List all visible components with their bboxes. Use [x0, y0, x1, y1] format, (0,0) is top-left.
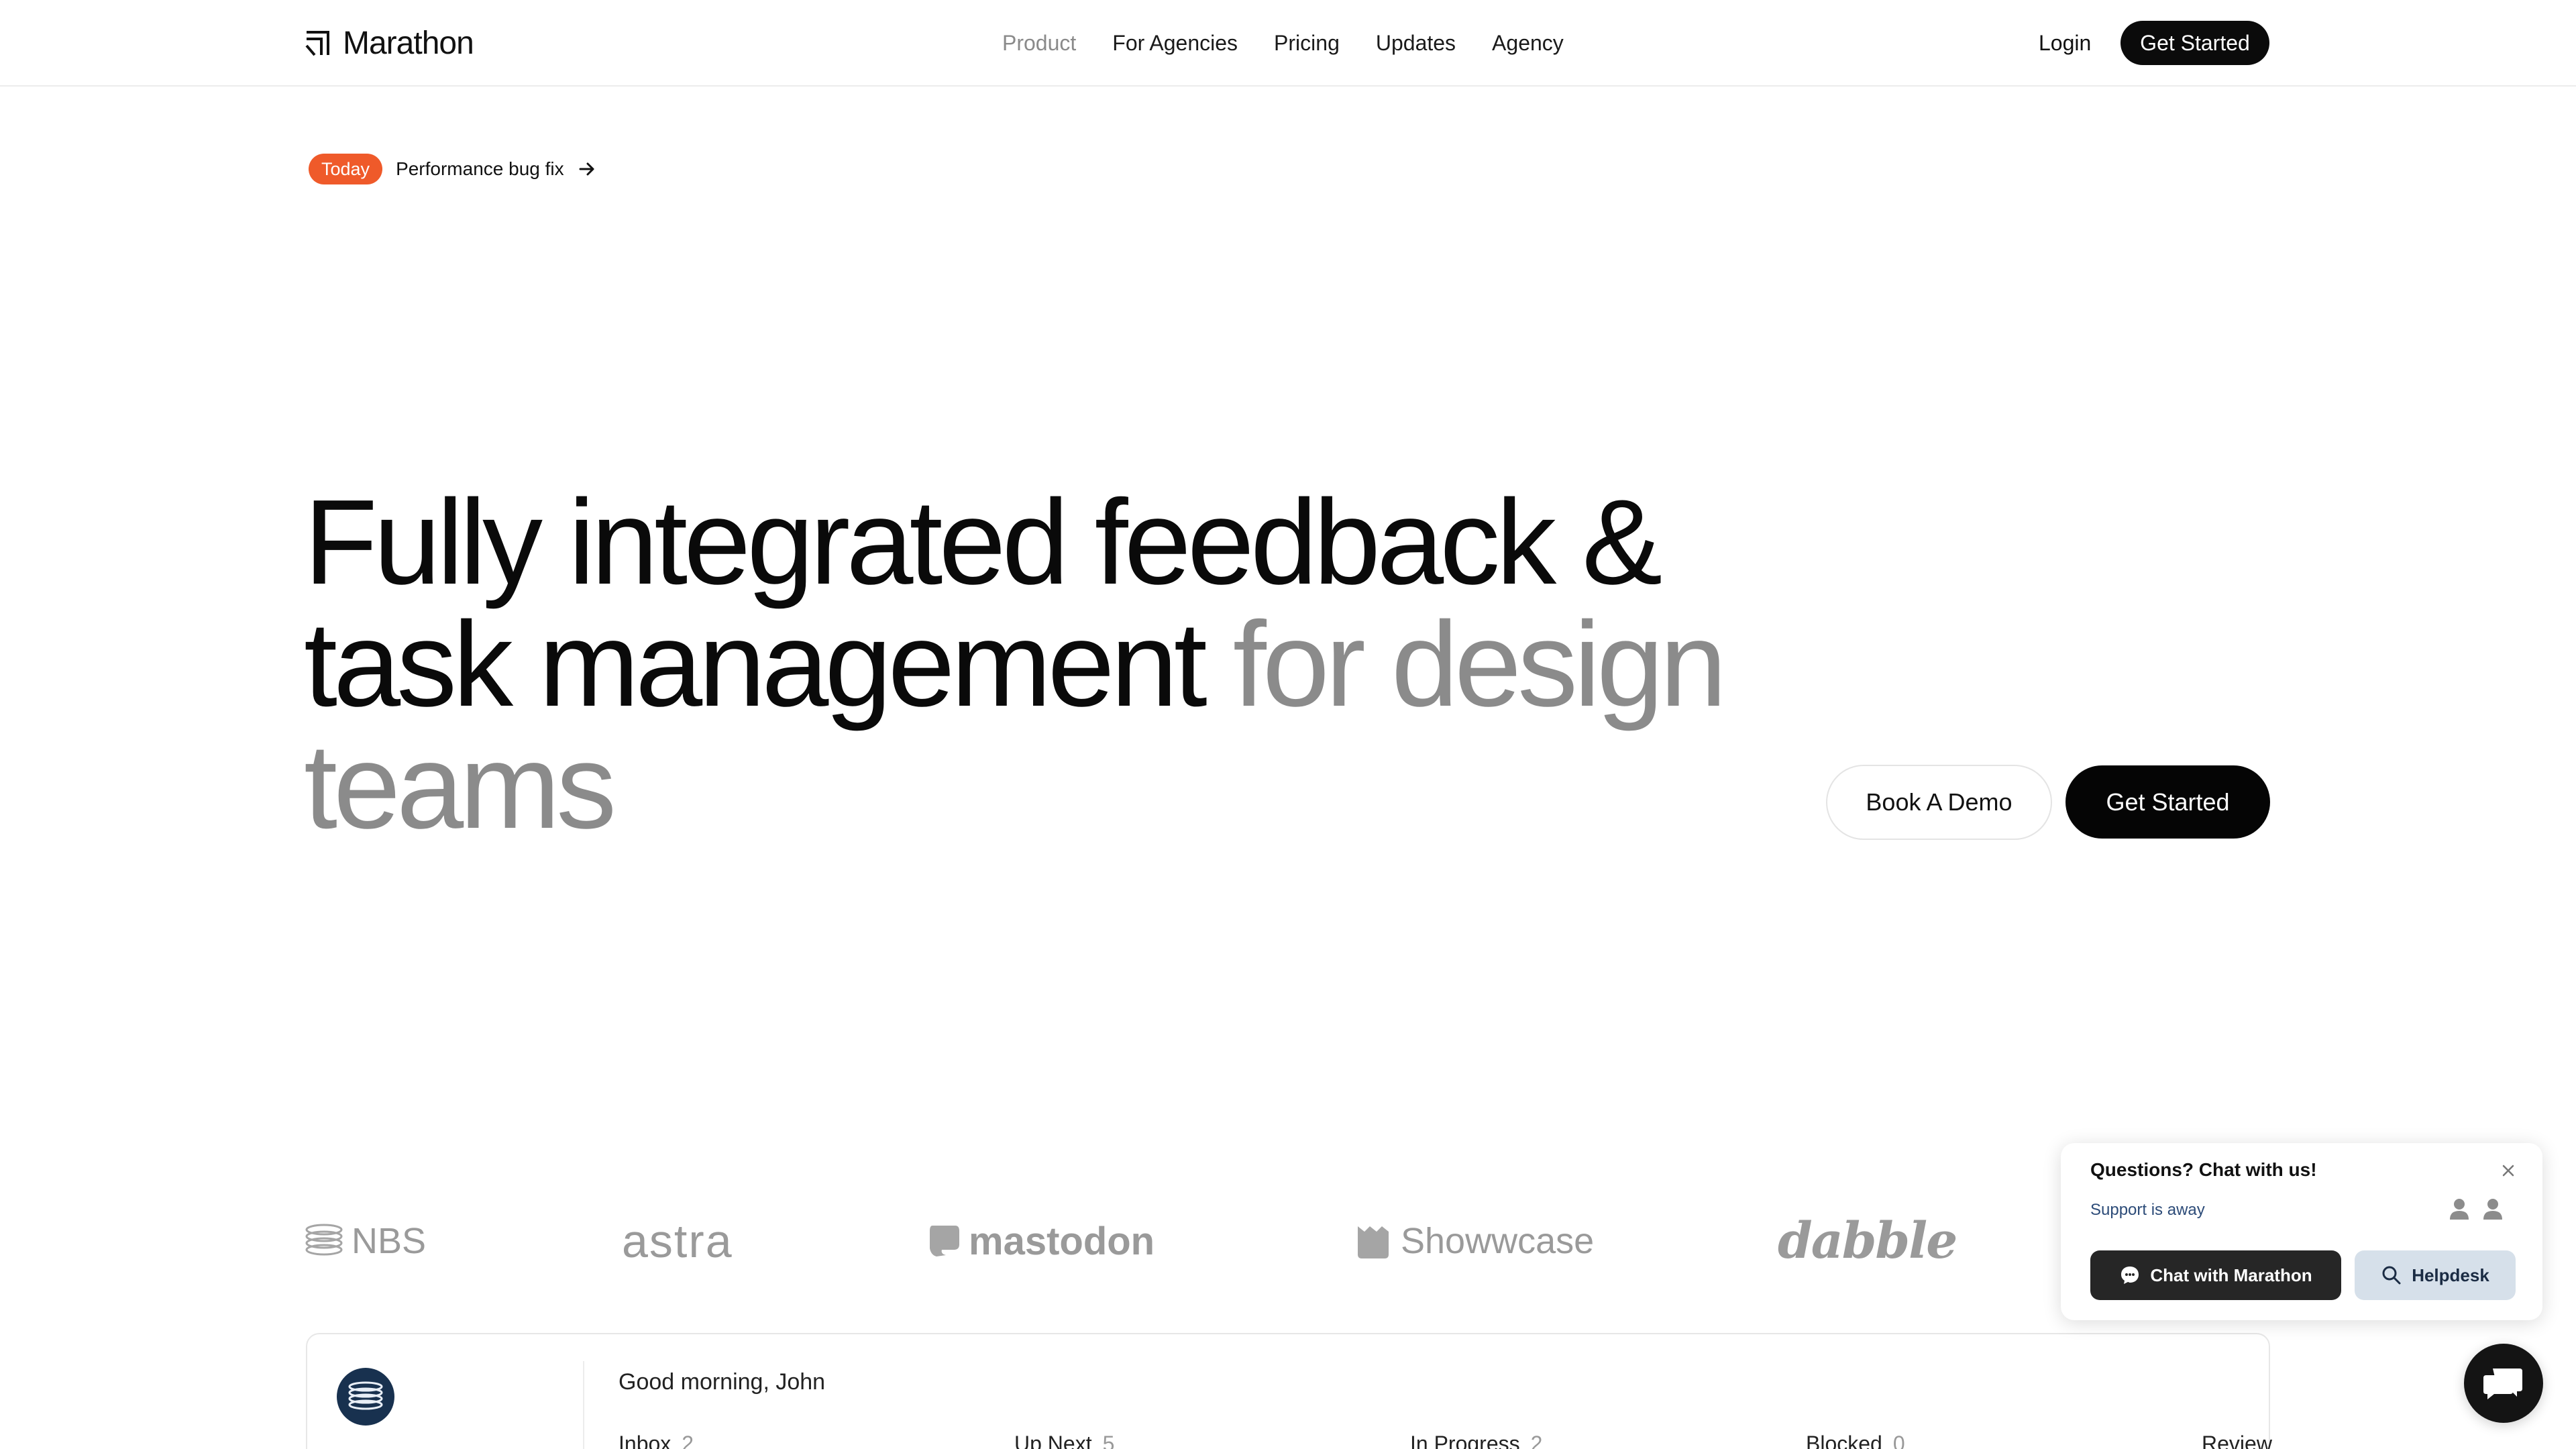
client-name: Showwcase [1401, 1221, 1595, 1261]
column-count: 2 [682, 1432, 694, 1449]
chat-messages-icon [2483, 1368, 2522, 1399]
main-nav: Product For Agencies Pricing Updates Age… [1002, 27, 1564, 59]
today-badge: Today [309, 154, 383, 184]
client-name: dabble [1778, 1212, 1957, 1270]
client-logo-astra: astra [622, 1214, 733, 1268]
chat-title: Questions? Chat with us! [2090, 1159, 2317, 1180]
arrow-right-icon [579, 162, 594, 176]
site-header: Marathon Product For Agencies Pricing Up… [0, 0, 2576, 87]
nav-updates[interactable]: Updates [1376, 27, 1456, 59]
client-name: mastodon [969, 1219, 1155, 1263]
showwcase-logo-icon [1358, 1226, 1389, 1258]
hero-line-2: task management [304, 597, 1233, 732]
column-label: In Progress [1410, 1432, 1520, 1449]
chat-launcher-button[interactable] [2464, 1344, 2543, 1423]
nav-product[interactable]: Product [1002, 27, 1076, 59]
workspace-avatar [337, 1368, 394, 1426]
helpdesk-button[interactable]: Helpdesk [2355, 1250, 2516, 1300]
hero-line-1: Fully integrated feedback & [304, 475, 1662, 610]
hero-line-3: teams [304, 719, 616, 854]
column-in-progress[interactable]: In Progress 2 [1410, 1432, 1542, 1449]
column-label: Inbox [619, 1432, 672, 1449]
column-count: 5 [1102, 1432, 1115, 1449]
chat-widget: Questions? Chat with us! Support is away… [2061, 1143, 2542, 1320]
column-up-next[interactable]: Up Next 5 [1014, 1432, 1114, 1449]
column-label: Up Next [1014, 1432, 1092, 1449]
column-label: Blocked [1806, 1432, 1882, 1449]
chat-status: Support is away [2090, 1201, 2205, 1219]
marathon-logo-icon [305, 31, 329, 56]
announcement-text: Performance bug fix [396, 158, 564, 179]
chat-bubble-icon [2121, 1267, 2139, 1284]
support-agent-icon [2450, 1199, 2469, 1220]
support-avatars [2449, 1197, 2504, 1221]
app-preview: Good morning, John Inbox 2 Up Next 5 In Pr… [306, 1333, 2272, 1449]
hero-get-started-button[interactable]: Get Started [2065, 765, 2270, 839]
column-inbox[interactable]: Inbox 2 [619, 1432, 694, 1449]
client-logo-mastodon: mastodon [927, 1214, 1155, 1268]
mastodon-logo-icon [930, 1226, 959, 1256]
nav-pricing[interactable]: Pricing [1274, 27, 1340, 59]
hero-line-2-muted: for design [1232, 597, 1727, 732]
brand-name: Marathon [343, 25, 474, 61]
book-demo-button[interactable]: Book A Demo [1826, 765, 2052, 840]
column-review[interactable]: Review [2202, 1432, 2272, 1449]
workspace-logo-icon [348, 1381, 383, 1410]
nbs-logo-icon [305, 1224, 343, 1256]
client-name: astra [622, 1215, 733, 1267]
header-get-started-button[interactable]: Get Started [2121, 21, 2269, 65]
column-label: Review [2202, 1432, 2272, 1449]
client-logo-showwcase: Showwcase [1354, 1214, 1594, 1268]
client-name: NBS [352, 1221, 427, 1261]
sidebar-divider [583, 1361, 584, 1449]
announcement-banner[interactable]: Today Performance bug fix [309, 154, 596, 184]
column-count: 2 [1530, 1432, 1543, 1449]
close-icon[interactable] [2498, 1161, 2518, 1181]
column-count: 0 [1892, 1432, 1905, 1449]
nav-agency[interactable]: Agency [1492, 27, 1564, 59]
column-blocked[interactable]: Blocked 0 [1806, 1432, 1905, 1449]
greeting-text: Good morning, John [619, 1369, 826, 1395]
support-agent-icon [2483, 1199, 2502, 1220]
hero-headline: Fully integrated feedback & task managem… [304, 482, 1780, 848]
login-link[interactable]: Login [2039, 27, 2091, 59]
nav-for-agencies[interactable]: For Agencies [1112, 27, 1238, 59]
chat-with-marathon-button[interactable]: Chat with Marathon [2090, 1250, 2341, 1300]
chat-button-label: Chat with Marathon [2150, 1265, 2312, 1285]
search-icon [2382, 1266, 2401, 1285]
helpdesk-button-label: Helpdesk [2412, 1265, 2489, 1285]
client-logo-dabble: dabble [1778, 1212, 1957, 1270]
client-logo-nbs: NBS [305, 1214, 426, 1268]
brand-logo[interactable]: Marathon [304, 24, 474, 62]
